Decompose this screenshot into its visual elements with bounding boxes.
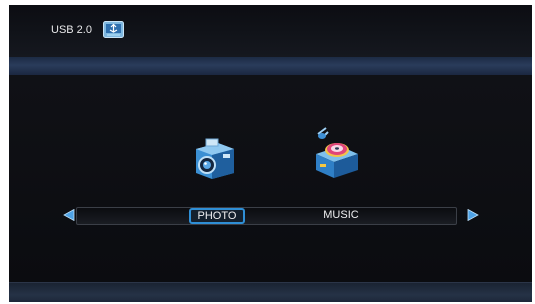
media-player-screen: USB 2.0 PHOTO MUSIC (9, 5, 532, 302)
menu-item-music[interactable]: MUSIC (315, 209, 367, 221)
music-box-icon[interactable] (306, 126, 362, 182)
usb-source-label: USB 2.0 (51, 24, 92, 36)
left-arrow-icon[interactable] (63, 209, 75, 221)
top-bar: USB 2.0 (9, 5, 532, 57)
right-arrow-icon[interactable] (467, 209, 479, 221)
media-type-selector: PHOTO MUSIC (76, 207, 457, 225)
footer-band (9, 282, 532, 302)
camera-icon[interactable] (192, 135, 238, 179)
menu-item-photo[interactable]: PHOTO (189, 208, 245, 224)
usb-drive-icon (103, 21, 124, 38)
header-band (9, 57, 532, 75)
main-area (9, 75, 532, 285)
